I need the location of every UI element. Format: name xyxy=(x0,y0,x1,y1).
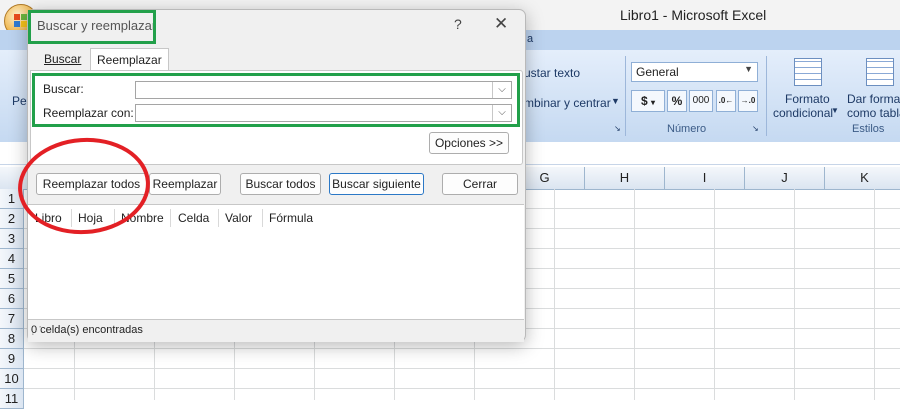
status-bar: 0 celda(s) encontradas ⋰ xyxy=(28,319,524,342)
column-header-k[interactable]: K xyxy=(825,167,900,189)
table-format-label-1[interactable]: Dar format xyxy=(847,92,900,106)
thousands-label: 000 xyxy=(692,95,710,106)
table-format-icon[interactable] xyxy=(866,58,894,86)
column-header-i[interactable]: I xyxy=(665,167,745,189)
chevron-down-icon[interactable]: ⌵ xyxy=(492,105,511,121)
ribbon-tab-partial[interactable]: a xyxy=(527,33,533,45)
dialog-title: Buscar y reemplazar xyxy=(37,18,157,33)
results-col-hoja[interactable]: Hoja xyxy=(78,211,103,225)
group-separator xyxy=(766,56,767,136)
row-header[interactable]: 3 xyxy=(0,229,24,249)
find-next-button[interactable]: Buscar siguiente xyxy=(329,173,424,195)
number-format-dropdown[interactable]: General ▼ xyxy=(631,62,758,82)
column-divider[interactable] xyxy=(170,209,171,227)
row-header[interactable]: 4 xyxy=(0,249,24,269)
chevron-down-icon[interactable]: ⌵ xyxy=(492,82,511,98)
column-divider[interactable] xyxy=(218,209,219,227)
help-icon[interactable]: ? xyxy=(454,16,462,32)
styles-group-label: Estilos xyxy=(852,123,885,135)
group-separator xyxy=(625,56,626,136)
find-label: Buscar: xyxy=(43,82,84,96)
resize-grip-icon[interactable]: ⋰ xyxy=(31,324,521,340)
row-header[interactable]: 7 xyxy=(0,309,24,329)
row-header[interactable]: 11 xyxy=(0,389,24,409)
replace-input[interactable]: ⌵ xyxy=(135,104,512,122)
conditional-format-label-1[interactable]: Formato xyxy=(785,92,830,106)
row-header[interactable]: 8 xyxy=(0,329,24,349)
currency-button[interactable]: $ ▾ xyxy=(631,90,665,112)
options-button[interactable]: Opciones >> xyxy=(429,132,509,154)
find-all-button[interactable]: Buscar todos xyxy=(240,173,321,195)
chevron-down-icon: ▼ xyxy=(744,64,753,74)
tab-reemplazar[interactable]: Reemplazar xyxy=(90,48,169,71)
dialog-launcher-icon[interactable]: ↘ xyxy=(614,124,621,133)
tab-reemplazar-label: Reemplazar xyxy=(97,53,162,67)
chevron-down-icon: ▼ xyxy=(831,106,839,115)
number-group-label: Número xyxy=(667,123,707,135)
find-replace-dialog: Buscar y reemplazar ? ✕ Buscar Reemplaza… xyxy=(27,9,526,342)
replace-all-button[interactable]: Reemplazar todos xyxy=(36,173,147,195)
replace-label: Reemplazar con: xyxy=(43,106,134,120)
results-col-libro[interactable]: Libro xyxy=(35,211,62,225)
chevron-down-icon[interactable]: ▼ xyxy=(611,96,620,106)
dialog-launcher-icon[interactable]: ↘ xyxy=(752,124,759,133)
number-format-value: General xyxy=(636,65,679,79)
row-header[interactable]: 2 xyxy=(0,209,24,229)
results-col-celda[interactable]: Celda xyxy=(178,211,209,225)
thousands-button[interactable]: 000 xyxy=(689,90,713,112)
replace-tab-panel: Buscar: ⌵ Reemplazar con: ⌵ Opciones >> xyxy=(30,70,523,165)
row-header[interactable]: 5 xyxy=(0,269,24,289)
row-header[interactable]: 9 xyxy=(0,349,24,369)
column-header-h[interactable]: H xyxy=(585,167,665,189)
increase-decimal-icon[interactable]: .0← xyxy=(716,90,736,112)
column-divider[interactable] xyxy=(114,209,115,227)
conditional-format-label-2[interactable]: condicional xyxy=(773,106,833,120)
close-icon[interactable]: ✕ xyxy=(494,14,508,34)
conditional-format-icon[interactable] xyxy=(794,58,822,86)
column-header-j[interactable]: J xyxy=(745,167,825,189)
tab-buscar[interactable]: Buscar xyxy=(38,48,87,70)
row-header[interactable]: 6 xyxy=(0,289,24,309)
row-header[interactable]: 1 xyxy=(0,189,24,209)
column-divider[interactable] xyxy=(262,209,263,227)
percent-button[interactable]: % xyxy=(667,90,687,112)
app-title: Libro1 - Microsoft Excel xyxy=(620,7,767,23)
currency-label: $ xyxy=(640,94,648,108)
percent-label: % xyxy=(671,94,683,108)
results-col-nombre[interactable]: Nombre xyxy=(121,211,164,225)
results-list[interactable]: Libro Hoja Nombre Celda Valor Fórmula 0 … xyxy=(28,204,524,342)
wrap-text-button[interactable]: ustar texto xyxy=(524,66,580,80)
tab-buscar-label: Buscar xyxy=(44,52,82,66)
close-button[interactable]: Cerrar xyxy=(442,173,518,195)
replace-button[interactable]: Reemplazar xyxy=(149,173,221,195)
table-format-label-2[interactable]: como tabla xyxy=(847,106,900,120)
column-divider[interactable] xyxy=(71,209,72,227)
merge-center-button[interactable]: mbinar y centrar xyxy=(524,96,611,110)
row-header[interactable]: 10 xyxy=(0,369,24,389)
results-col-formula[interactable]: Fórmula xyxy=(269,211,313,225)
office-logo-icon xyxy=(14,14,28,28)
results-col-valor[interactable]: Valor xyxy=(225,211,252,225)
find-input[interactable]: ⌵ xyxy=(135,81,512,99)
decrease-decimal-icon[interactable]: →.0 xyxy=(738,90,758,112)
